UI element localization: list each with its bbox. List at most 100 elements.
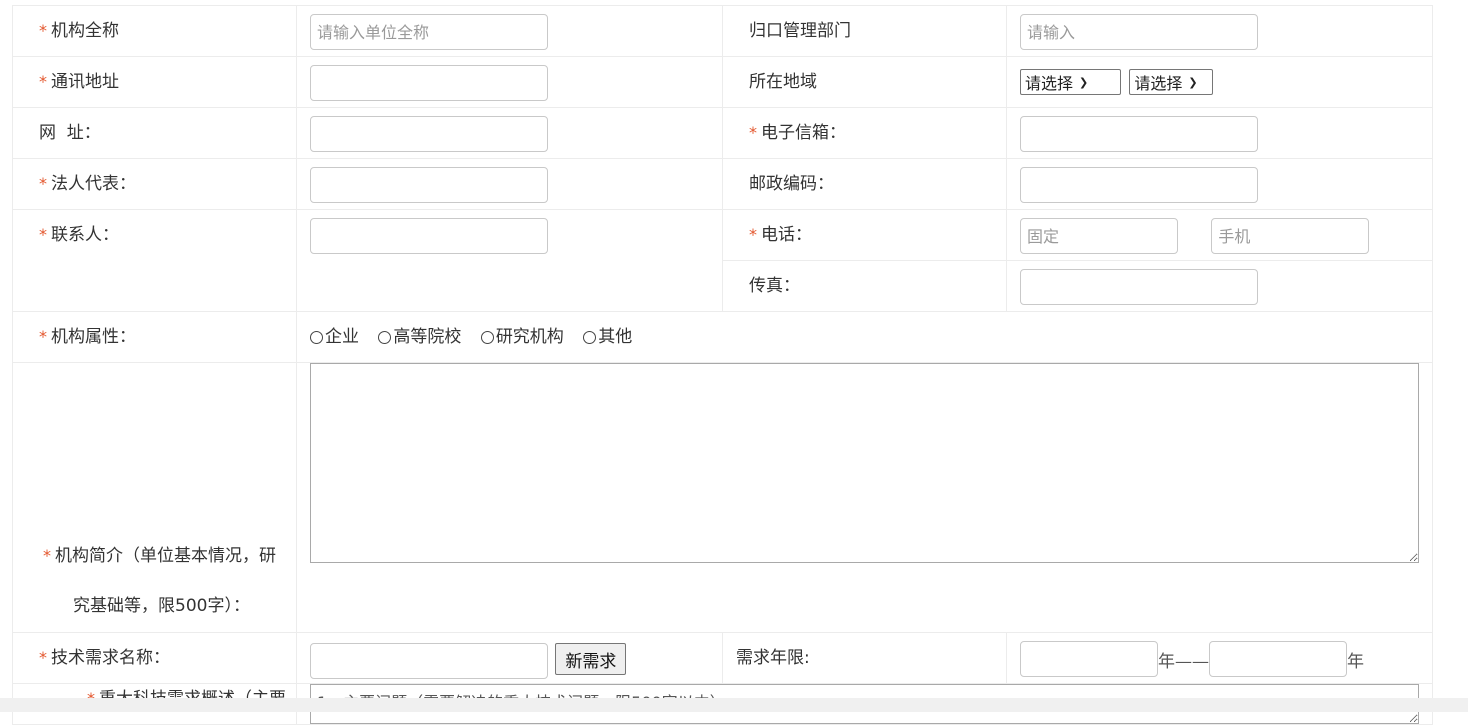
cell-org-intro-textarea xyxy=(296,362,1433,633)
cell-phone-label: * 电话： xyxy=(722,209,1007,261)
cell-email-input xyxy=(1006,107,1433,159)
org-type-radio-university[interactable]: 高等院校 xyxy=(378,327,461,347)
org-name-input[interactable] xyxy=(310,14,548,50)
chevron-down-icon: ❯ xyxy=(1188,75,1198,89)
org-intro-label-line2: 究基础等，限500字）： xyxy=(73,596,250,616)
cell-org-type-label: * 机构属性： xyxy=(12,311,297,363)
cell-region-selects: 请选择 ❯ 请选择 ❯ xyxy=(1006,56,1433,108)
org-name-label: 机构全称 xyxy=(51,21,119,41)
cell-need-years-inputs: 年—— 年 xyxy=(1006,632,1433,684)
required-mark: * xyxy=(39,648,47,667)
required-mark: * xyxy=(43,546,51,565)
required-mark: * xyxy=(39,72,47,91)
website-input[interactable] xyxy=(310,116,548,152)
address-label: 通讯地址 xyxy=(51,72,119,92)
region-province-value: 请选择 xyxy=(1025,74,1074,93)
cell-address-label: * 通讯地址 xyxy=(12,56,297,108)
horizontal-scrollbar[interactable] xyxy=(0,698,1468,712)
website-label: 网 址： xyxy=(39,123,101,143)
cell-website-label: 网 址： xyxy=(12,107,297,159)
cell-contact-input xyxy=(296,209,723,312)
org-type-radio-enterprise[interactable]: 企业 xyxy=(310,327,359,347)
cell-org-intro-label: * 机构简介（单位基本情况，研 究基础等，限500字）： xyxy=(12,362,297,633)
row-contact: * 联系人： * 电话： xyxy=(12,209,1433,312)
cell-tech-need-input: 新需求 xyxy=(296,632,723,684)
cell-website-input xyxy=(296,107,723,159)
row-tech-need: * 技术需求名称： 新需求 需求年限: 年—— 年 xyxy=(12,632,1433,684)
org-intro-textarea[interactable] xyxy=(310,363,1419,563)
phone-fixed-input[interactable] xyxy=(1020,218,1178,254)
radio-label: 其他 xyxy=(598,327,633,347)
need-years-label: 需求年限: xyxy=(736,648,810,668)
required-mark: * xyxy=(39,225,47,244)
cell-address-input xyxy=(296,56,723,108)
cell-org-name-label: * 机构全称 xyxy=(12,5,297,57)
org-type-label: 机构属性： xyxy=(51,327,136,347)
radio-label: 研究机构 xyxy=(495,327,564,347)
year-unit: 年 xyxy=(1347,652,1364,672)
required-mark: * xyxy=(39,174,47,193)
new-need-button[interactable]: 新需求 xyxy=(555,643,627,675)
org-type-radio-group: 企业 高等院校 研究机构 其他 xyxy=(297,312,1432,362)
region-city-value: 请选择 xyxy=(1134,74,1183,93)
fax-label: 传真： xyxy=(749,276,800,296)
radio-circle-icon xyxy=(480,331,494,344)
region-city-select[interactable]: 请选择 ❯ xyxy=(1129,69,1214,95)
radio-label: 企业 xyxy=(325,327,359,347)
org-type-radio-research[interactable]: 研究机构 xyxy=(480,327,564,347)
cell-legal-rep-label: * 法人代表： xyxy=(12,158,297,210)
legal-rep-label: 法人代表： xyxy=(51,174,136,194)
org-intro-label-line1: 机构简介（单位基本情况，研 xyxy=(55,546,276,566)
chevron-down-icon: ❯ xyxy=(1079,75,1089,89)
cell-mgmt-dept-label: 归口管理部门 xyxy=(722,5,1007,57)
required-mark: * xyxy=(39,327,47,346)
cell-postal-input xyxy=(1006,158,1433,210)
contact-input[interactable] xyxy=(310,218,548,254)
cell-mgmt-dept-input xyxy=(1006,5,1433,57)
cell-tech-need-label: * 技术需求名称： xyxy=(12,632,297,684)
cell-org-type-radios: 企业 高等院校 研究机构 其他 xyxy=(296,311,1433,363)
radio-label: 高等院校 xyxy=(393,327,462,347)
cell-postal-label: 邮政编码： xyxy=(722,158,1007,210)
cell-legal-rep-input xyxy=(296,158,723,210)
contact-label: 联系人： xyxy=(51,225,119,245)
cell-phone-inputs xyxy=(1006,209,1433,261)
required-mark: * xyxy=(749,123,757,142)
mgmt-dept-label: 归口管理部门 xyxy=(749,21,851,41)
tech-need-label: 技术需求名称： xyxy=(51,648,170,668)
postal-label: 邮政编码： xyxy=(749,174,834,194)
address-input[interactable] xyxy=(310,65,548,101)
org-type-radio-other[interactable]: 其他 xyxy=(583,327,632,347)
tech-need-name-input[interactable] xyxy=(310,643,548,679)
row-legal-rep: * 法人代表： 邮政编码： xyxy=(12,158,1433,210)
fax-input[interactable] xyxy=(1020,269,1258,305)
row-org-type: * 机构属性： 企业 高等院校 研究机构 其他 xyxy=(12,311,1433,363)
phone-label: 电话： xyxy=(761,225,812,245)
org-info-form: *机构全称 归口管理部门 *通讯地址 所在地域 请选择❯ 请选择❯ 网 址： xyxy=(12,5,1433,725)
legal-rep-input[interactable] xyxy=(310,167,548,203)
need-year-start-input[interactable] xyxy=(1020,641,1158,677)
cell-need-years-label: 需求年限: xyxy=(722,632,1007,684)
region-province-select[interactable]: 请选择 ❯ xyxy=(1020,69,1121,95)
email-label: 电子信箱： xyxy=(761,123,846,143)
phone-mobile-input[interactable] xyxy=(1211,218,1370,254)
cell-contact-label: * 联系人： xyxy=(12,209,297,312)
radio-circle-icon xyxy=(583,331,597,344)
cell-region-label: 所在地域 xyxy=(722,56,1007,108)
row-org-intro: * 机构简介（单位基本情况，研 究基础等，限500字）： xyxy=(12,362,1433,633)
required-mark: * xyxy=(39,21,47,40)
cell-org-name-input xyxy=(296,5,723,57)
row-address: * 通讯地址 所在地域 请选择 ❯ 请选择 ❯ xyxy=(12,56,1433,108)
mgmt-dept-input[interactable] xyxy=(1020,14,1258,50)
postal-code-input[interactable] xyxy=(1020,167,1258,203)
required-mark: * xyxy=(749,225,757,244)
email-input[interactable] xyxy=(1020,116,1258,152)
need-year-end-input[interactable] xyxy=(1209,641,1347,677)
row-org-name: *机构全称 归口管理部门 xyxy=(12,5,1433,57)
cell-fax-input xyxy=(1006,260,1433,312)
radio-circle-icon xyxy=(310,331,323,344)
year-separator: 年—— xyxy=(1158,652,1209,672)
radio-circle-icon xyxy=(378,331,392,344)
cell-fax-label: 传真： xyxy=(722,260,1007,312)
row-website: 网 址： * 电子信箱： xyxy=(12,107,1433,159)
